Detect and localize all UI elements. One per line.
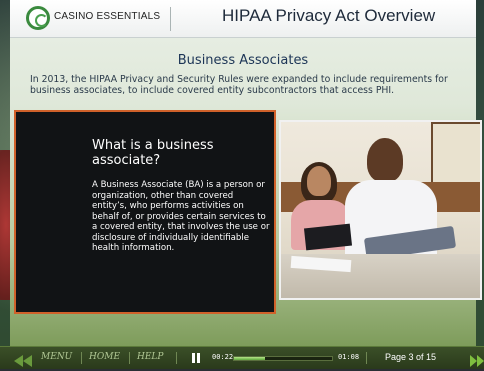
elapsed-time: 00:22 [212,353,234,361]
footer-separator [81,352,82,364]
intro-text: In 2013, the HIPAA Privacy and Security … [30,74,448,96]
pause-icon[interactable] [192,353,201,363]
card-question: What is a business associate? [92,138,214,168]
business-people-photo [279,120,482,300]
man-face [367,138,403,182]
window-frame [431,122,480,186]
prev-double-left-arrow-icon[interactable] [14,352,32,367]
woman-face [307,166,331,196]
course-title: HIPAA Privacy Act Overview [222,6,436,25]
footer-separator [366,352,367,364]
next-double-right-arrow-icon[interactable] [470,352,484,367]
section-title: Business Associates [177,53,309,68]
footer-separator [129,352,130,364]
home-link[interactable]: HOME [89,352,120,362]
help-link[interactable]: HELP [137,352,163,362]
card-answer: A Business Associate (BA) is a person or… [92,180,270,253]
player-controls: MENU HOME HELP 00:22 01:08 Page 3 of 15 [0,346,484,369]
header-divider [170,7,171,31]
course-stage: CASINO ESSENTIALS HIPAA Privacy Act Over… [0,0,484,368]
total-time: 01:08 [338,353,360,361]
header-bar: CASINO ESSENTIALS HIPAA Privacy Act Over… [10,0,476,38]
progress-track[interactable] [233,356,333,361]
brand-name: CASINO ESSENTIALS [54,11,161,22]
page-indicator: Page 3 of 15 [385,352,437,362]
definition-card: What is a business associate? A Business… [14,110,276,314]
menu-link[interactable]: MENU [41,352,72,362]
casino-essentials-logo-icon [26,6,50,30]
footer-separator [176,352,177,364]
progress-fill [234,357,266,360]
